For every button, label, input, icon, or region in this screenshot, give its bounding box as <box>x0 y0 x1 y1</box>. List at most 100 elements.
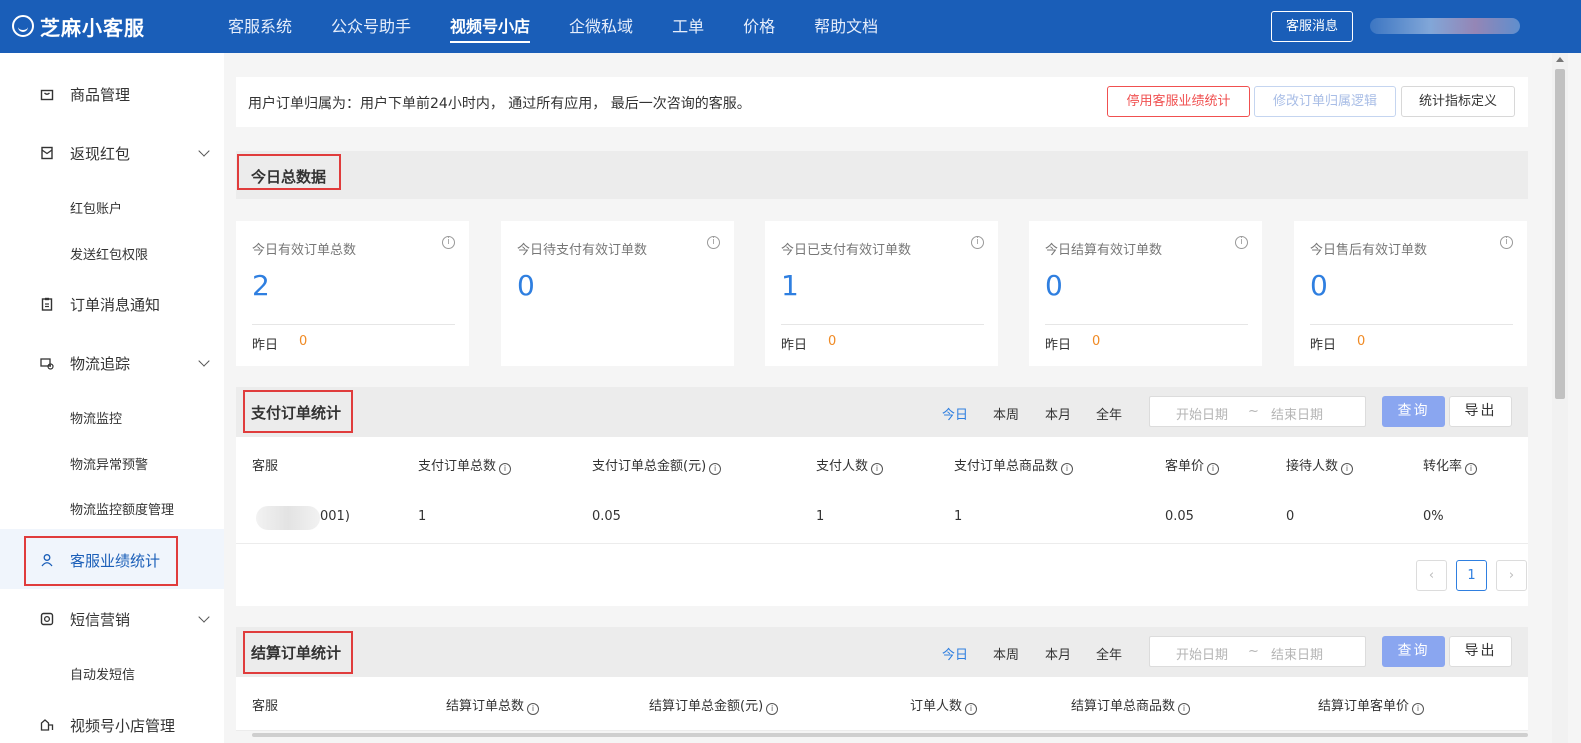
sidebar-item-order-notify[interactable]: 订单消息通知 <box>0 286 224 322</box>
info-icon[interactable]: i <box>709 463 722 475</box>
logo[interactable]: 芝麻小客服 <box>12 13 145 40</box>
card-divider <box>781 324 984 325</box>
sidebar-sub-auto-sms[interactable]: 自动发短信 <box>70 664 135 683</box>
modify-attribution-button[interactable]: 修改订单归属逻辑 <box>1254 86 1396 117</box>
next-page-button[interactable]: › <box>1496 560 1527 591</box>
top-nav-bar: 芝麻小客服 客服系统 公众号助手 视频号小店 企微私域 工单 价格 帮助文档 客… <box>0 0 1581 53</box>
col-label: 客服 <box>252 699 279 714</box>
vertical-scrollbar[interactable] <box>1552 53 1568 743</box>
tab-year[interactable]: 全年 <box>1096 404 1122 423</box>
nav-item-help[interactable]: 帮助文档 <box>814 0 878 53</box>
pay-export-button[interactable]: 导出 <box>1449 396 1512 427</box>
service-message-button[interactable]: 客服消息 <box>1271 11 1353 42</box>
truck-icon <box>40 356 54 370</box>
date-tilde: ~ <box>1248 644 1259 659</box>
info-icon[interactable]: i <box>1207 463 1220 475</box>
tab-today[interactable]: 今日 <box>942 644 968 663</box>
horizontal-scrollbar[interactable] <box>252 733 1528 737</box>
nav-item-ticket[interactable]: 工单 <box>672 0 704 53</box>
info-icon[interactable]: i <box>1341 463 1354 475</box>
table-row[interactable]: 001) 1 0.05 1 1 0.05 0 0% <box>236 490 1528 544</box>
info-icon[interactable]: i <box>499 463 512 475</box>
info-icon[interactable]: i <box>527 703 540 715</box>
metric-definition-button[interactable]: 统计指标定义 <box>1401 86 1515 117</box>
scroll-thumb[interactable] <box>1555 69 1565 399</box>
info-icon[interactable]: i <box>1178 703 1191 715</box>
page-number-button[interactable]: 1 <box>1456 560 1487 591</box>
cell-pay-amount: 0.05 <box>592 509 621 524</box>
sidebar-item-logistics[interactable]: 物流追踪 <box>0 345 224 381</box>
sidebar-item-label: 视频号小店管理 <box>70 716 176 735</box>
card-yesterday-value: 0 <box>828 334 837 349</box>
col-settle-unit-price: 结算订单客单价 i <box>1318 695 1425 715</box>
info-icon[interactable]: i <box>766 703 779 715</box>
attribution-text: 用户订单归属为：用户下单前24小时内， 通过所有应用， 最后一次咨询的客服。 <box>248 96 751 112</box>
clipboard-icon <box>40 297 54 311</box>
info-icon[interactable]: i <box>1500 236 1513 249</box>
redpacket-icon <box>40 146 54 160</box>
cell-pay-users: 1 <box>816 509 825 524</box>
card-label: 今日已支付有效订单数 <box>781 243 912 258</box>
col-pay-count: 支付订单总数 i <box>418 455 512 475</box>
kefu-name-blurred <box>256 506 320 530</box>
prev-page-button[interactable]: ‹ <box>1416 560 1447 591</box>
sidebar-sub-redpacket-permission[interactable]: 发送红包权限 <box>70 244 148 263</box>
today-section-header: 今日总数据 <box>236 151 1528 199</box>
scroll-up-arrow-icon[interactable] <box>1556 57 1564 62</box>
sidebar-sub-redpacket-account[interactable]: 红包账户 <box>70 198 122 217</box>
info-icon[interactable]: i <box>971 236 984 249</box>
info-icon[interactable]: i <box>442 236 455 249</box>
settle-table-header: 客服 结算订单总数 i 结算订单总金额(元) i 订单人数 i 结算订单总商品数 i 结… <box>236 677 1528 731</box>
info-icon[interactable]: i <box>1235 236 1248 249</box>
sidebar-sub-logistics-quota[interactable]: 物流监控额度管理 <box>70 499 174 518</box>
user-account-blurred[interactable] <box>1370 18 1520 34</box>
sidebar-item-redpacket[interactable]: 返现红包 <box>0 135 224 171</box>
sidebar-sub-logistics-alert[interactable]: 物流异常预警 <box>70 454 148 473</box>
tab-month[interactable]: 本月 <box>1045 644 1071 663</box>
start-date-placeholder: 开始日期 <box>1176 648 1229 663</box>
info-icon[interactable]: i <box>1061 463 1074 475</box>
pay-section-header: 支付订单统计 今日 本周 本月 全年 开始日期 ~ 结束日期 查询 导出 <box>236 387 1528 437</box>
info-icon[interactable]: i <box>1412 703 1425 715</box>
nav-item-video-shop[interactable]: 视频号小店 <box>450 0 531 53</box>
tab-week[interactable]: 本周 <box>993 404 1019 423</box>
info-icon[interactable]: i <box>707 236 720 249</box>
shop-icon <box>40 718 54 732</box>
main-nav: 客服系统 公众号助手 视频号小店 企微私域 工单 价格 帮助文档 <box>228 0 917 53</box>
settle-export-button[interactable]: 导出 <box>1449 636 1512 667</box>
info-icon[interactable]: i <box>1465 463 1478 475</box>
info-icon[interactable]: i <box>965 703 978 715</box>
tab-week[interactable]: 本周 <box>993 644 1019 663</box>
card-label: 今日结算有效订单数 <box>1045 243 1163 258</box>
col-label: 支付订单总金额(元) <box>592 459 707 474</box>
col-unit-price: 客单价 i <box>1165 455 1220 475</box>
sidebar-sub-logistics-monitor[interactable]: 物流监控 <box>70 408 122 427</box>
sidebar-item-products[interactable]: 商品管理 <box>0 76 224 112</box>
pay-query-button[interactable]: 查询 <box>1382 396 1445 427</box>
col-label: 支付订单总数 <box>418 459 497 474</box>
settle-date-range-input[interactable]: 开始日期 ~ 结束日期 <box>1149 636 1366 667</box>
pay-table-header: 客服 支付订单总数 i 支付订单总金额(元) i 支付人数 i 支付订单总商品数 i 客… <box>236 437 1528 491</box>
nav-item-wecom[interactable]: 企微私域 <box>569 0 633 53</box>
pay-date-range-input[interactable]: 开始日期 ~ 结束日期 <box>1149 396 1366 427</box>
sidebar-item-shop-manage[interactable]: 视频号小店管理 <box>0 707 224 743</box>
nav-item-kefu[interactable]: 客服系统 <box>228 0 292 53</box>
sidebar-item-label: 订单消息通知 <box>70 295 161 314</box>
settle-query-button[interactable]: 查询 <box>1382 636 1445 667</box>
tab-month[interactable]: 本月 <box>1045 404 1071 423</box>
card-divider <box>1045 324 1248 325</box>
nav-item-price[interactable]: 价格 <box>743 0 775 53</box>
highlight-box-settle <box>243 631 353 674</box>
col-label: 客单价 <box>1165 459 1205 474</box>
col-reception: 接待人数 i <box>1286 455 1354 475</box>
card-yesterday-value: 0 <box>1357 334 1366 349</box>
tab-year[interactable]: 全年 <box>1096 644 1122 663</box>
nav-item-gzh[interactable]: 公众号助手 <box>331 0 411 53</box>
tab-today[interactable]: 今日 <box>942 404 968 423</box>
cell-unit-price: 0.05 <box>1165 509 1194 524</box>
sidebar-item-sms[interactable]: 短信营销 <box>0 601 224 637</box>
disable-stats-button[interactable]: 停用客服业绩统计 <box>1107 86 1250 117</box>
info-icon[interactable]: i <box>871 463 884 475</box>
col-settle-goods: 结算订单总商品数 i <box>1071 695 1191 715</box>
stat-card-paid: 今日已支付有效订单数 i 1 昨日 0 <box>765 221 998 366</box>
